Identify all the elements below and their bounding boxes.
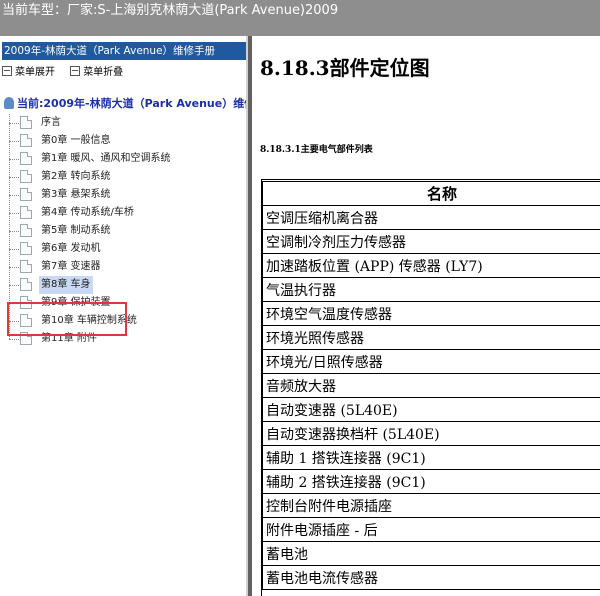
table-header-row: 名称 — [262, 181, 600, 206]
part-name-cell: 音频放大器 — [262, 373, 600, 398]
part-name-cell: 气温执行器 — [262, 277, 600, 302]
table-row: 气温执行器 — [262, 277, 600, 302]
part-name-cell: 自动变速器 (5L40E) — [262, 397, 600, 422]
menu-expand-label: 菜单展开 — [15, 67, 55, 78]
tree-item-label: 第9章 保护装置 — [41, 297, 111, 308]
sidebar: 2009年-林荫大道（Park Avenue）维修手册 菜单展开 菜单折叠 当前… — [0, 36, 248, 596]
current-model-bar: 当前车型：厂家:S-上海别克林荫大道(Park Avenue)2009 — [0, 0, 600, 36]
part-name-cell: 蓄电池 — [262, 541, 600, 566]
document-icon — [20, 314, 32, 327]
table-row: 自动变速器换档杆 (5L40E) — [262, 421, 600, 446]
part-name-cell: 空调制冷剂压力传感器 — [262, 229, 600, 254]
tree-root[interactable]: 当前:2009年-林荫大道（Park Avenue）维修手册 — [4, 96, 248, 112]
collapse-icon — [70, 66, 81, 76]
tree-item-chapter-4[interactable]: 第4章 传动系统/车桥 — [0, 204, 248, 222]
page-title: 8.18.3部件定位图 — [260, 56, 430, 80]
tree-item-chapter-6[interactable]: 第6章 发动机 — [0, 240, 248, 258]
current-model-value: 厂家:S-上海别克林荫大道(Park Avenue)2009 — [67, 3, 339, 18]
document-icon — [20, 206, 32, 219]
part-name-cell: 辅助 1 搭铁连接器 (9C1) — [262, 445, 600, 470]
tree-item-preface[interactable]: 序言 — [0, 114, 248, 132]
tree-item-label: 第0章 一般信息 — [41, 135, 111, 146]
table-row: 辅助 1 搭铁连接器 (9C1) — [262, 445, 600, 470]
tree-item-chapter-10[interactable]: 第10章 车辆控制系统 — [0, 312, 248, 330]
table-row: 蓄电池 — [262, 541, 600, 566]
document-icon — [20, 170, 32, 183]
part-name-cell: 加速踏板位置 (APP) 传感器 (LY7) — [262, 253, 600, 278]
part-name-cell: 蓄电池电流传感器 — [262, 565, 600, 590]
menu-collapse-label: 菜单折叠 — [83, 67, 124, 78]
content-pane: 8.18.3部件定位图 8.18.3.1主要电气部件列表 名称 空调压缩机离合器… — [252, 36, 600, 596]
table-row: 空调压缩机离合器 — [262, 205, 600, 230]
table-row: 控制台附件电源插座 — [262, 493, 600, 518]
part-name-cell: 环境空气温度传感器 — [262, 301, 600, 326]
table-row: 音频放大器 — [262, 373, 600, 398]
document-icon — [20, 242, 32, 255]
column-header-name: 名称 — [262, 181, 600, 206]
tree-item-chapter-9[interactable]: 第9章 保护装置 — [0, 294, 248, 312]
table-row: 自动变速器 (5L40E) — [262, 397, 600, 422]
document-icon — [20, 188, 32, 201]
section-subheading: 8.18.3.1主要电气部件列表 — [260, 145, 373, 155]
document-icon — [20, 278, 32, 291]
table-row: 蓄电池电流传感器 — [262, 565, 600, 590]
menu-collapse-button[interactable]: 菜单折叠 — [70, 66, 123, 80]
menu-actions: 菜单展开 菜单折叠 — [2, 66, 135, 80]
table-row: 环境光/日照传感器 — [262, 349, 600, 374]
tree-item-label: 第6章 发动机 — [41, 243, 101, 254]
part-name-cell: 自动变速器换档杆 (5L40E) — [262, 421, 600, 446]
part-name-cell: 附件电源插座 - 后 — [262, 517, 600, 542]
part-name-cell: 辅助 2 搭铁连接器 (9C1) — [262, 469, 600, 494]
tree-item-chapter-1[interactable]: 第1章 暖风、通风和空调系统 — [0, 150, 248, 168]
tree-item-label: 第10章 车辆控制系统 — [41, 315, 137, 326]
part-name-cell: 控制台附件电源插座 — [262, 493, 600, 518]
document-icon — [20, 332, 32, 345]
tree-item-label: 第3章 悬架系统 — [41, 189, 111, 200]
parts-table: 名称 空调压缩机离合器 空调制冷剂压力传感器 加速踏板位置 (APP) 传感器 … — [262, 181, 600, 590]
tree-item-label: 第4章 传动系统/车桥 — [41, 207, 134, 218]
document-icon — [20, 224, 32, 237]
tree-item-label: 第2章 转向系统 — [41, 171, 111, 182]
tree-item-chapter-0[interactable]: 第0章 一般信息 — [0, 132, 248, 150]
tree-item-label: 第11章 附件 — [41, 333, 97, 344]
tree-item-label: 第5章 制动系统 — [41, 225, 111, 236]
tree-item-chapter-8[interactable]: 第8章 车身 — [0, 276, 248, 294]
document-icon — [20, 152, 32, 165]
part-name-cell: 空调压缩机离合器 — [262, 205, 600, 230]
expand-icon — [2, 66, 12, 76]
tree-item-chapter-7[interactable]: 第7章 变速器 — [0, 258, 248, 276]
tree-item-chapter-3[interactable]: 第3章 悬架系统 — [0, 186, 248, 204]
table-row: 附件电源插座 - 后 — [262, 517, 600, 542]
part-name-cell: 环境光照传感器 — [262, 325, 600, 350]
tree-item-label: 序言 — [41, 117, 61, 128]
chapter-tree: 序言 第0章 一般信息 第1章 暖风、通风和空调系统 第2章 转向系统 第3章 … — [0, 114, 248, 348]
document-icon — [20, 260, 32, 273]
table-row: 加速踏板位置 (APP) 传感器 (LY7) — [262, 253, 600, 278]
table-row: 空调制冷剂压力传感器 — [262, 229, 600, 254]
tree-item-label: 第8章 车身 — [39, 276, 93, 294]
manual-title[interactable]: 2009年-林荫大道（Park Avenue）维修手册 — [2, 42, 246, 60]
tree-item-chapter-11[interactable]: 第11章 附件 — [0, 330, 248, 348]
tree-item-label: 第1章 暖风、通风和空调系统 — [41, 153, 171, 164]
menu-expand-button[interactable]: 菜单展开 — [2, 66, 55, 80]
computer-icon — [4, 97, 14, 109]
table-row: 环境光照传感器 — [262, 325, 600, 350]
current-model-label: 当前车型： — [2, 3, 68, 18]
tree-item-chapter-2[interactable]: 第2章 转向系统 — [0, 168, 248, 186]
table-row: 环境空气温度传感器 — [262, 301, 600, 326]
tree-root-label: 当前:2009年-林荫大道（Park Avenue）维修手册 — [17, 97, 248, 110]
tree-item-label: 第7章 变速器 — [41, 261, 101, 272]
document-icon — [20, 134, 32, 147]
tree-item-chapter-5[interactable]: 第5章 制动系统 — [0, 222, 248, 240]
document-icon — [20, 116, 32, 129]
part-name-cell: 环境光/日照传感器 — [262, 349, 600, 374]
table-row: 辅助 2 搭铁连接器 (9C1) — [262, 469, 600, 494]
document-icon — [20, 296, 32, 309]
